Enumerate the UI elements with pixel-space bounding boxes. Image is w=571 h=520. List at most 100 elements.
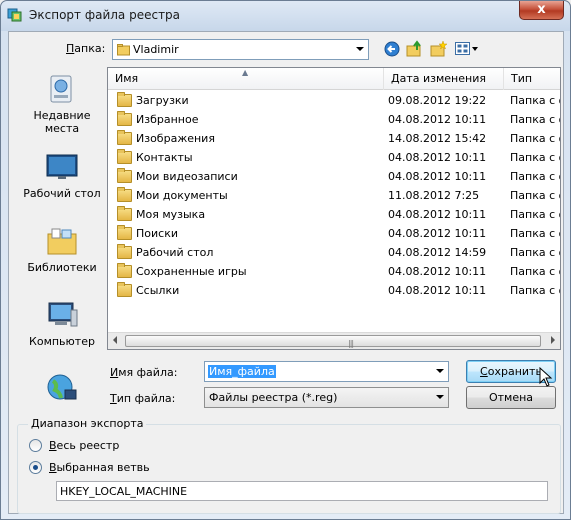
horizontal-scrollbar[interactable]: |||: [108, 332, 560, 349]
sort-ascending-icon: ▲: [242, 68, 249, 77]
table-row[interactable]: Рабочий стол 04.08.2012 14:59 Папка с ф: [108, 244, 560, 263]
filename-label: Имя файла:: [110, 366, 178, 379]
file-name-cell: Контакты: [136, 151, 193, 164]
file-type-cell: Папка с ф: [510, 265, 560, 278]
table-row[interactable]: Загрузки 09.08.2012 19:22 Папка с ф: [108, 92, 560, 111]
branch-path-input[interactable]: HKEY_LOCAL_MACHINE: [56, 481, 548, 501]
radio-branch-label[interactable]: Выбранная ветвь: [49, 461, 150, 474]
place-network[interactable]: [17, 372, 107, 407]
scroll-left-icon[interactable]: [113, 336, 117, 344]
folder-icon: [117, 44, 130, 56]
filetype-label: Тип файла:: [110, 392, 176, 405]
file-name-cell: Ссылки: [136, 284, 180, 297]
table-row[interactable]: Сохраненные игры 04.08.2012 10:11 Папка с …: [108, 263, 560, 282]
mouse-cursor-icon: [539, 367, 553, 387]
table-row[interactable]: Моя музыка 04.08.2012 10:11 Папка с ф: [108, 206, 560, 225]
place-desktop[interactable]: Рабочий стол: [17, 152, 107, 200]
network-icon: [47, 374, 77, 400]
dialog-window: Экспорт файла реестра x Папка: Vladimir: [0, 0, 571, 520]
chevron-down-icon[interactable]: [356, 47, 364, 51]
folder-icon: [117, 244, 132, 259]
file-date-cell: 09.08.2012 19:22: [388, 94, 487, 107]
file-name-cell: Сохраненные игры: [136, 265, 247, 278]
libraries-icon: [47, 228, 77, 255]
cancel-button[interactable]: Отмена: [466, 386, 556, 409]
radio-all-label[interactable]: Весь реестр: [49, 439, 119, 452]
registry-editor-icon: [7, 8, 22, 22]
close-icon: x: [537, 2, 546, 17]
computer-icon: [48, 302, 78, 327]
scroll-right-icon[interactable]: [551, 336, 555, 344]
table-row[interactable]: Изображения 14.08.2012 15:42 Папка с ф: [108, 130, 560, 149]
back-arrow-icon[interactable]: [384, 41, 400, 57]
file-type-cell: Папка с ф: [510, 113, 560, 126]
table-row[interactable]: Избранное 04.08.2012 10:11 Папка с ф: [108, 111, 560, 130]
place-recent[interactable]: Недавние места: [17, 74, 107, 135]
folder-icon: [117, 263, 132, 278]
place-libraries[interactable]: Библиотеки: [17, 226, 107, 274]
branch-path-value: HKEY_LOCAL_MACHINE: [60, 485, 188, 498]
file-list[interactable]: Имя ▲ Дата изменения Тип Загрузки 09.08.2…: [107, 67, 561, 350]
chevron-down-icon[interactable]: [436, 369, 444, 373]
file-date-cell: 14.08.2012 15:42: [388, 132, 487, 145]
window-title: Экспорт файла реестра: [29, 8, 181, 22]
file-name-cell: Изображения: [136, 132, 215, 145]
table-row[interactable]: Ссылки 04.08.2012 10:11 Папка с ф: [108, 282, 560, 301]
title-bar[interactable]: Экспорт файла реестра x: [1, 1, 570, 31]
table-row[interactable]: Мои видеозаписи 04.08.2012 10:11 Папка с ф: [108, 168, 560, 187]
file-date-cell: 04.08.2012 14:59: [388, 246, 487, 259]
radio-all-registry[interactable]: [29, 439, 42, 452]
file-date-cell: 04.08.2012 10:11: [388, 265, 487, 278]
place-computer[interactable]: Компьютер: [17, 300, 107, 348]
place-label: Недавние места: [33, 109, 91, 135]
folder-combo[interactable]: Vladimir: [112, 39, 369, 60]
column-header-date[interactable]: Дата изменения: [384, 68, 504, 90]
file-type-cell: Папка с ф: [510, 170, 560, 183]
folder-label: Папка:: [66, 42, 106, 55]
table-row[interactable]: Контакты 04.08.2012 10:11 Папка с ф: [108, 149, 560, 168]
folder-icon: [117, 187, 132, 202]
new-folder-icon[interactable]: [430, 40, 448, 58]
folder-icon: [117, 206, 132, 221]
file-name-cell: Поиски: [136, 227, 178, 240]
file-type-cell: Папка с ф: [510, 94, 560, 107]
filename-input[interactable]: Имя_файла: [204, 361, 449, 382]
close-button[interactable]: x: [519, 1, 564, 20]
file-date-cell: 11.08.2012 7:25: [388, 189, 480, 202]
file-date-cell: 04.08.2012 10:11: [388, 208, 487, 221]
place-label: Библиотеки: [27, 261, 97, 274]
folder-icon: [117, 111, 132, 126]
places-bar: Недавние места Рабочий стол Библиотеки К…: [17, 68, 107, 433]
filetype-value: Файлы реестра (*.reg): [209, 391, 338, 404]
file-type-cell: Папка с ф: [510, 151, 560, 164]
scrollbar-thumb[interactable]: |||: [125, 335, 541, 348]
folder-icon: [117, 92, 132, 107]
table-row[interactable]: Мои документы 11.08.2012 7:25 Папка с ф: [108, 187, 560, 206]
filetype-select[interactable]: Файлы реестра (*.reg): [204, 387, 449, 408]
file-date-cell: 04.08.2012 10:11: [388, 284, 487, 297]
views-menu-icon[interactable]: [455, 41, 481, 57]
up-folder-icon[interactable]: [406, 40, 424, 58]
file-name-cell: Мои документы: [136, 189, 228, 202]
folder-icon: [117, 149, 132, 164]
file-type-cell: Папка с ф: [510, 284, 560, 297]
file-name-cell: Моя музыка: [136, 208, 206, 221]
place-label: Компьютер: [29, 335, 95, 348]
file-date-cell: 04.08.2012 10:11: [388, 170, 487, 183]
file-name-cell: Избранное: [136, 113, 199, 126]
file-date-cell: 04.08.2012 10:11: [388, 113, 487, 126]
column-header-type[interactable]: Тип: [504, 68, 560, 90]
chevron-down-icon[interactable]: [436, 395, 444, 399]
file-type-cell: Папка с ф: [510, 208, 560, 221]
folder-icon: [117, 168, 132, 183]
file-name-cell: Загрузки: [136, 94, 189, 107]
list-header: Имя ▲ Дата изменения Тип: [108, 68, 560, 90]
folder-icon: [117, 282, 132, 297]
radio-selected-branch[interactable]: [29, 461, 42, 474]
table-row[interactable]: Поиски 04.08.2012 10:11 Папка с ф: [108, 225, 560, 244]
file-type-cell: Папка с ф: [510, 227, 560, 240]
folder-icon: [117, 130, 132, 145]
file-name-cell: Рабочий стол: [136, 246, 214, 259]
file-type-cell: Папка с ф: [510, 132, 560, 145]
desktop-icon: [46, 154, 78, 179]
